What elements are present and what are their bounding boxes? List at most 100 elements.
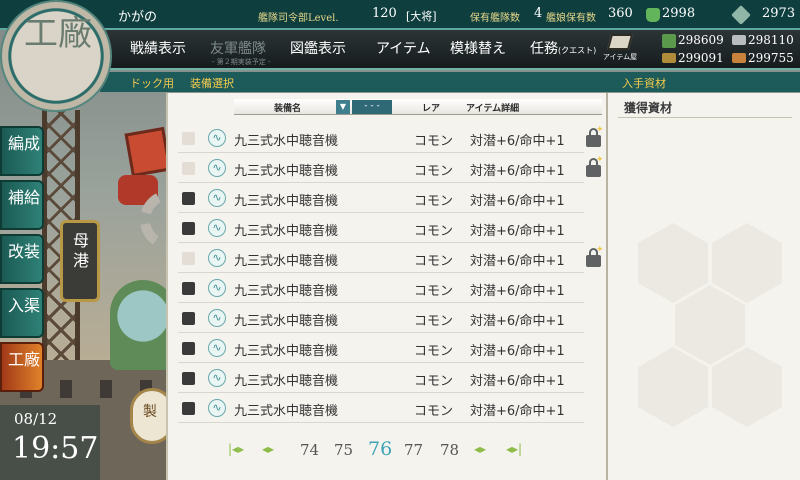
clock-date: 08/12: [14, 410, 58, 428]
nav-repair[interactable]: 入渠: [0, 288, 44, 338]
craft-button-label: 製: [143, 404, 157, 420]
breadcrumb-title: 装備選択: [190, 77, 234, 90]
ship-count-label: 艦娘保有数: [546, 13, 596, 24]
equipment-detail: 対潜+6/命中+1: [470, 314, 565, 329]
select-checkbox[interactable]: [182, 192, 195, 205]
nav-remodel-label: 改装: [7, 242, 40, 261]
sonar-icon: ∿: [208, 189, 226, 207]
lock-icon[interactable]: ✦: [584, 125, 604, 148]
equipment-row[interactable]: ∿ 九三式水中聴音機 コモン 対潜+6/命中+1: [178, 303, 584, 333]
equipment-row[interactable]: ∿ 九三式水中聴音機 コモン 対潜+6/命中+1: [178, 213, 584, 243]
menu-library[interactable]: 図鑑表示: [290, 38, 346, 58]
menu-furniture[interactable]: 模様替え: [450, 38, 506, 58]
select-checkbox[interactable]: [182, 132, 195, 145]
ammo-count: 299091: [678, 51, 724, 65]
equipment-detail: 対潜+6/命中+1: [470, 164, 565, 179]
menu-record[interactable]: 戦績表示: [130, 38, 186, 58]
hex-decoration: [675, 285, 745, 365]
equipment-rarity: コモン: [414, 164, 454, 179]
equipment-row[interactable]: ∿ 九三式水中聴音機 コモン 対潜+6/命中+1 ✦: [178, 243, 604, 273]
sort-direction-icon[interactable]: ▼: [336, 100, 350, 114]
page-76-current[interactable]: 76: [368, 438, 392, 460]
select-checkbox[interactable]: [182, 342, 195, 355]
equipment-name: 九三式水中聴音機: [234, 254, 339, 269]
rank: [大将]: [406, 10, 437, 23]
breadcrumb-dock: ドック用: [130, 77, 174, 90]
select-checkbox[interactable]: [182, 372, 195, 385]
equipment-rarity: コモン: [414, 404, 454, 419]
header-name: 装備名: [274, 104, 302, 114]
page-first-button[interactable]: |◂▸: [228, 442, 244, 456]
nav-supply[interactable]: 補給: [0, 180, 44, 230]
equipment-detail: 対潜+6/命中+1: [470, 224, 565, 239]
equipment-row[interactable]: ∿ 九三式水中聴音機 コモン 対潜+6/命中+1 ✦: [178, 153, 604, 183]
item-shop-button[interactable]: アイテム屋: [600, 32, 640, 68]
fleet-count: 4: [534, 6, 543, 21]
ship-count: 360: [608, 6, 633, 21]
hq-level: 120: [372, 6, 397, 21]
equipment-name: 九三式水中聴音機: [234, 224, 339, 239]
equipment-detail: 対潜+6/命中+1: [470, 254, 565, 269]
equipment-detail: 対潜+6/命中+1: [470, 194, 565, 209]
select-checkbox[interactable]: [182, 282, 195, 295]
select-checkbox[interactable]: [182, 312, 195, 325]
lock-icon[interactable]: ✦: [584, 245, 604, 268]
equipment-detail: 対潜+6/命中+1: [470, 134, 565, 149]
obtained-resources-title: 獲得資材: [624, 101, 673, 115]
select-checkbox[interactable]: [182, 222, 195, 235]
bucket-icon: [646, 8, 660, 22]
page-77[interactable]: 77: [404, 441, 423, 459]
menu-items[interactable]: アイテム: [376, 38, 431, 58]
equipment-rarity: コモン: [414, 254, 454, 269]
lock-icon[interactable]: ✦: [584, 155, 604, 178]
hex-decoration: [638, 347, 708, 427]
select-checkbox[interactable]: [182, 162, 195, 175]
devmat-icon: [731, 5, 751, 25]
hq-level-label: 艦隊司令部Level.: [258, 13, 339, 24]
menu-quests[interactable]: 任務(クエスト): [530, 38, 596, 58]
menu-quests-label: 任務: [530, 41, 558, 57]
hex-decoration: [712, 223, 782, 303]
steel-count: 298110: [748, 33, 794, 47]
screen-emblem: 工廠: [0, 0, 112, 112]
nav-remodel[interactable]: 改装: [0, 234, 44, 284]
nav-arsenal-label: 工廠: [7, 350, 40, 369]
sonar-icon: ∿: [208, 369, 226, 387]
breadcrumb-obtained: 入手資材: [622, 77, 666, 90]
nav-arsenal[interactable]: 工廠: [0, 342, 44, 392]
top-status-bar: かがの 艦隊司令部Level. 120 [大将] 保有艦隊数 4 艦娘保有数 3…: [0, 0, 800, 30]
breadcrumb: ドック用 装備選択 入手資材: [100, 72, 800, 92]
sort-button[interactable]: - - -: [352, 100, 392, 114]
port-button[interactable]: 母港: [60, 220, 100, 302]
page-74[interactable]: 74: [300, 441, 319, 459]
nav-repair-label: 入渠: [7, 296, 40, 315]
bucket-count: 2998: [662, 6, 696, 21]
divider: [618, 117, 792, 118]
page-78[interactable]: 78: [440, 441, 459, 459]
port-button-label: 母港: [72, 231, 89, 270]
equipment-row[interactable]: ∿ 九三式水中聴音機 コモン 対潜+6/命中+1 ✦: [178, 123, 604, 153]
bauxite-icon: [732, 53, 746, 63]
equipment-name: 九三式水中聴音機: [234, 194, 339, 209]
select-checkbox[interactable]: [182, 252, 195, 265]
equipment-row[interactable]: ∿ 九三式水中聴音機 コモン 対潜+6/命中+1: [178, 393, 584, 423]
equipment-rarity: コモン: [414, 374, 454, 389]
sonar-icon: ∿: [208, 249, 226, 267]
equipment-row[interactable]: ∿ 九三式水中聴音機 コモン 対潜+6/命中+1: [178, 273, 584, 303]
nav-fleet[interactable]: 編成: [0, 126, 44, 176]
equipment-row[interactable]: ∿ 九三式水中聴音機 コモン 対潜+6/命中+1: [178, 333, 584, 363]
resource-panel: 298609 298110 299091 299755: [656, 30, 800, 70]
page-prev-button[interactable]: ◂▸: [262, 442, 274, 456]
nav-supply-label: 補給: [7, 188, 40, 207]
page-next-button[interactable]: ◂▸: [474, 442, 486, 456]
equipment-list-panel: 装備名 ▼ - - - レア アイテム詳細 ∿ 九三式水中聴音機 コモン 対潜+6/命…: [166, 93, 606, 480]
equipment-row[interactable]: ∿ 九三式水中聴音機 コモン 対潜+6/命中+1: [178, 363, 584, 393]
equipment-row[interactable]: ∿ 九三式水中聴音機 コモン 対潜+6/命中+1: [178, 183, 584, 213]
equipment-detail: 対潜+6/命中+1: [470, 404, 565, 419]
equipment-detail: 対潜+6/命中+1: [470, 284, 565, 299]
page-75[interactable]: 75: [334, 441, 353, 459]
select-checkbox[interactable]: [182, 402, 195, 415]
equipment-name: 九三式水中聴音機: [234, 314, 339, 329]
shop-icon: [606, 34, 634, 50]
page-last-button[interactable]: ◂▸|: [506, 442, 522, 456]
